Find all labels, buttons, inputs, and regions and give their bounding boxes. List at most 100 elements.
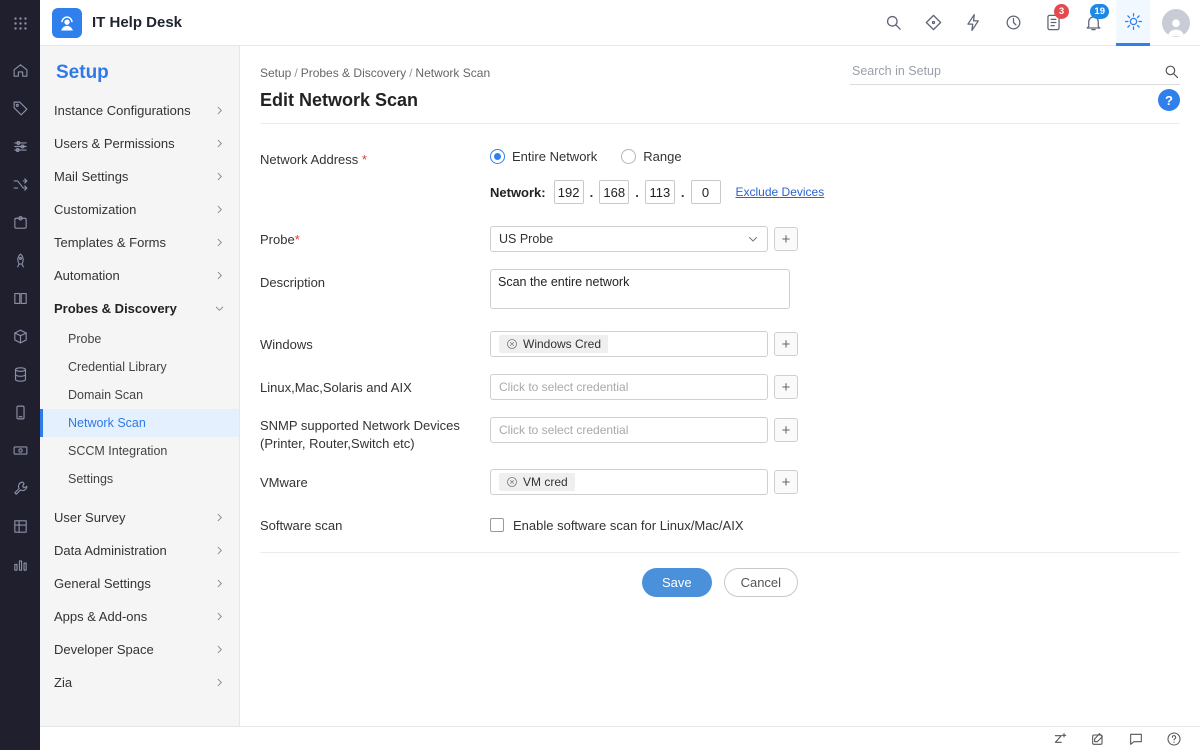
sidebar-child-sccm-integration[interactable]: SCCM Integration xyxy=(40,437,239,465)
sliders-icon[interactable] xyxy=(12,138,29,155)
sidebar-child-credential-library[interactable]: Credential Library xyxy=(40,353,239,381)
probe-row: Probe* US Probe + xyxy=(260,226,1180,252)
breadcrumb-network-scan[interactable]: Network Scan xyxy=(415,66,490,80)
help-button[interactable]: ? xyxy=(1158,89,1180,111)
launch-icon[interactable] xyxy=(12,252,29,269)
entire-network-radio[interactable]: Entire Network xyxy=(490,149,597,164)
history-clock-icon xyxy=(1004,13,1023,32)
zia-icon[interactable] xyxy=(1052,731,1068,747)
chat-icon[interactable] xyxy=(1128,731,1144,747)
tools-icon[interactable] xyxy=(12,480,29,497)
add-vmware-credential-button[interactable]: + xyxy=(774,470,798,494)
sidebar-child-label: Settings xyxy=(68,472,113,486)
ip-octet-3[interactable] xyxy=(645,180,675,204)
ip-octet-4[interactable] xyxy=(691,180,721,204)
software-scan-checkbox[interactable] xyxy=(490,518,504,532)
user-avatar[interactable] xyxy=(1162,9,1190,37)
chevron-right-icon xyxy=(214,644,225,655)
linux-credential-input[interactable] xyxy=(499,380,759,394)
explore-button[interactable] xyxy=(916,0,950,46)
search-icon[interactable] xyxy=(1163,63,1180,80)
radio-dot xyxy=(621,149,636,164)
add-probe-button[interactable]: + xyxy=(774,227,798,251)
database-icon[interactable] xyxy=(12,366,29,383)
sidebar-item-customization[interactable]: Customization xyxy=(40,193,239,226)
add-windows-credential-button[interactable]: + xyxy=(774,332,798,356)
breadcrumb-setup[interactable]: Setup xyxy=(260,66,291,80)
sidebar-item-label: Zia xyxy=(54,675,72,690)
apps-menu-button[interactable] xyxy=(0,0,40,46)
cancel-button[interactable]: Cancel xyxy=(724,568,798,597)
sidebar-item-instance-configurations[interactable]: Instance Configurations xyxy=(40,94,239,127)
feedback-icon[interactable] xyxy=(1090,731,1106,747)
home-icon[interactable] xyxy=(12,62,29,79)
app-title: IT Help Desk xyxy=(92,14,182,31)
chevron-right-icon xyxy=(214,677,225,688)
breadcrumb-probes-discovery[interactable]: Probes & Discovery xyxy=(301,66,406,80)
sidebar-item-general-settings[interactable]: General Settings xyxy=(40,567,239,600)
linux-credential-field[interactable] xyxy=(490,374,768,400)
sidebar-item-developer-space[interactable]: Developer Space xyxy=(40,633,239,666)
chevron-down-icon xyxy=(747,233,759,245)
windows-credential-chip: Windows Cred xyxy=(499,335,608,353)
sidebar-item-probes-discovery[interactable]: Probes & Discovery xyxy=(40,292,239,325)
setup-search-input[interactable] xyxy=(850,60,1163,82)
snmp-credential-field[interactable] xyxy=(490,417,768,443)
notifications-button[interactable]: 19 xyxy=(1076,0,1110,46)
devices-icon[interactable] xyxy=(12,404,29,421)
sidebar-item-users-permissions[interactable]: Users & Permissions xyxy=(40,127,239,160)
reports-icon[interactable] xyxy=(12,556,29,573)
page-header: Edit Network Scan ? xyxy=(260,89,1180,124)
purchase-icon[interactable] xyxy=(12,442,29,459)
save-button[interactable]: Save xyxy=(642,568,712,597)
sidebar-child-settings[interactable]: Settings xyxy=(40,465,239,493)
sidebar-child-network-scan[interactable]: Network Scan xyxy=(40,409,239,437)
windows-credential-field[interactable]: Windows Cred xyxy=(490,331,768,357)
vmware-label: VMware xyxy=(260,469,490,495)
sidebar-item-data-administration[interactable]: Data Administration xyxy=(40,534,239,567)
sidebar-item-user-survey[interactable]: User Survey xyxy=(40,501,239,534)
sidebar-item-automation[interactable]: Automation xyxy=(40,259,239,292)
library-icon[interactable] xyxy=(12,290,29,307)
chevron-right-icon xyxy=(214,105,225,116)
chip-label: VM cred xyxy=(523,475,568,489)
add-linux-credential-button[interactable]: + xyxy=(774,375,798,399)
description-textarea[interactable]: Scan the entire network xyxy=(490,269,790,309)
vmware-credential-field[interactable]: VM cred xyxy=(490,469,768,495)
remove-chip-icon[interactable] xyxy=(506,338,518,350)
chevron-right-icon xyxy=(214,611,225,622)
chevron-right-icon xyxy=(214,545,225,556)
layout-icon[interactable] xyxy=(12,518,29,535)
exclude-devices-link[interactable]: Exclude Devices xyxy=(736,185,825,199)
sidebar-child-probe[interactable]: Probe xyxy=(40,325,239,353)
help-icon[interactable] xyxy=(1166,731,1182,747)
sidebar-item-apps-addons[interactable]: Apps & Add-ons xyxy=(40,600,239,633)
sidebar-item-mail-settings[interactable]: Mail Settings xyxy=(40,160,239,193)
probe-select[interactable]: US Probe xyxy=(490,226,768,252)
range-radio[interactable]: Range xyxy=(621,149,681,164)
ip-octet-2[interactable] xyxy=(599,180,629,204)
gear-icon xyxy=(1124,12,1143,31)
quick-actions-button[interactable] xyxy=(956,0,990,46)
sidebar-item-zia[interactable]: Zia xyxy=(40,666,239,699)
global-search-button[interactable] xyxy=(876,0,910,46)
software-scan-row: Software scan Enable software scan for L… xyxy=(260,512,1180,535)
approvals-button[interactable]: 3 xyxy=(1036,0,1070,46)
tags-icon[interactable] xyxy=(12,100,29,117)
sidebar-child-domain-scan[interactable]: Domain Scan xyxy=(40,381,239,409)
integrations-icon[interactable] xyxy=(12,214,29,231)
add-snmp-credential-button[interactable]: + xyxy=(774,418,798,442)
vmware-credential-row: VMware VM cred + xyxy=(260,469,1180,495)
sidebar-item-templates-forms[interactable]: Templates & Forms xyxy=(40,226,239,259)
snmp-credential-input[interactable] xyxy=(499,423,759,437)
recent-items-button[interactable] xyxy=(996,0,1030,46)
assets-icon[interactable] xyxy=(12,328,29,345)
ip-octet-1[interactable] xyxy=(554,180,584,204)
person-icon xyxy=(1165,15,1187,37)
app-logo[interactable] xyxy=(52,8,82,38)
settings-button[interactable] xyxy=(1116,0,1150,46)
software-scan-checkbox-label: Enable software scan for Linux/Mac/AIX xyxy=(513,518,744,533)
remove-chip-icon[interactable] xyxy=(506,476,518,488)
description-label: Description xyxy=(260,269,490,309)
workflow-icon[interactable] xyxy=(12,176,29,193)
